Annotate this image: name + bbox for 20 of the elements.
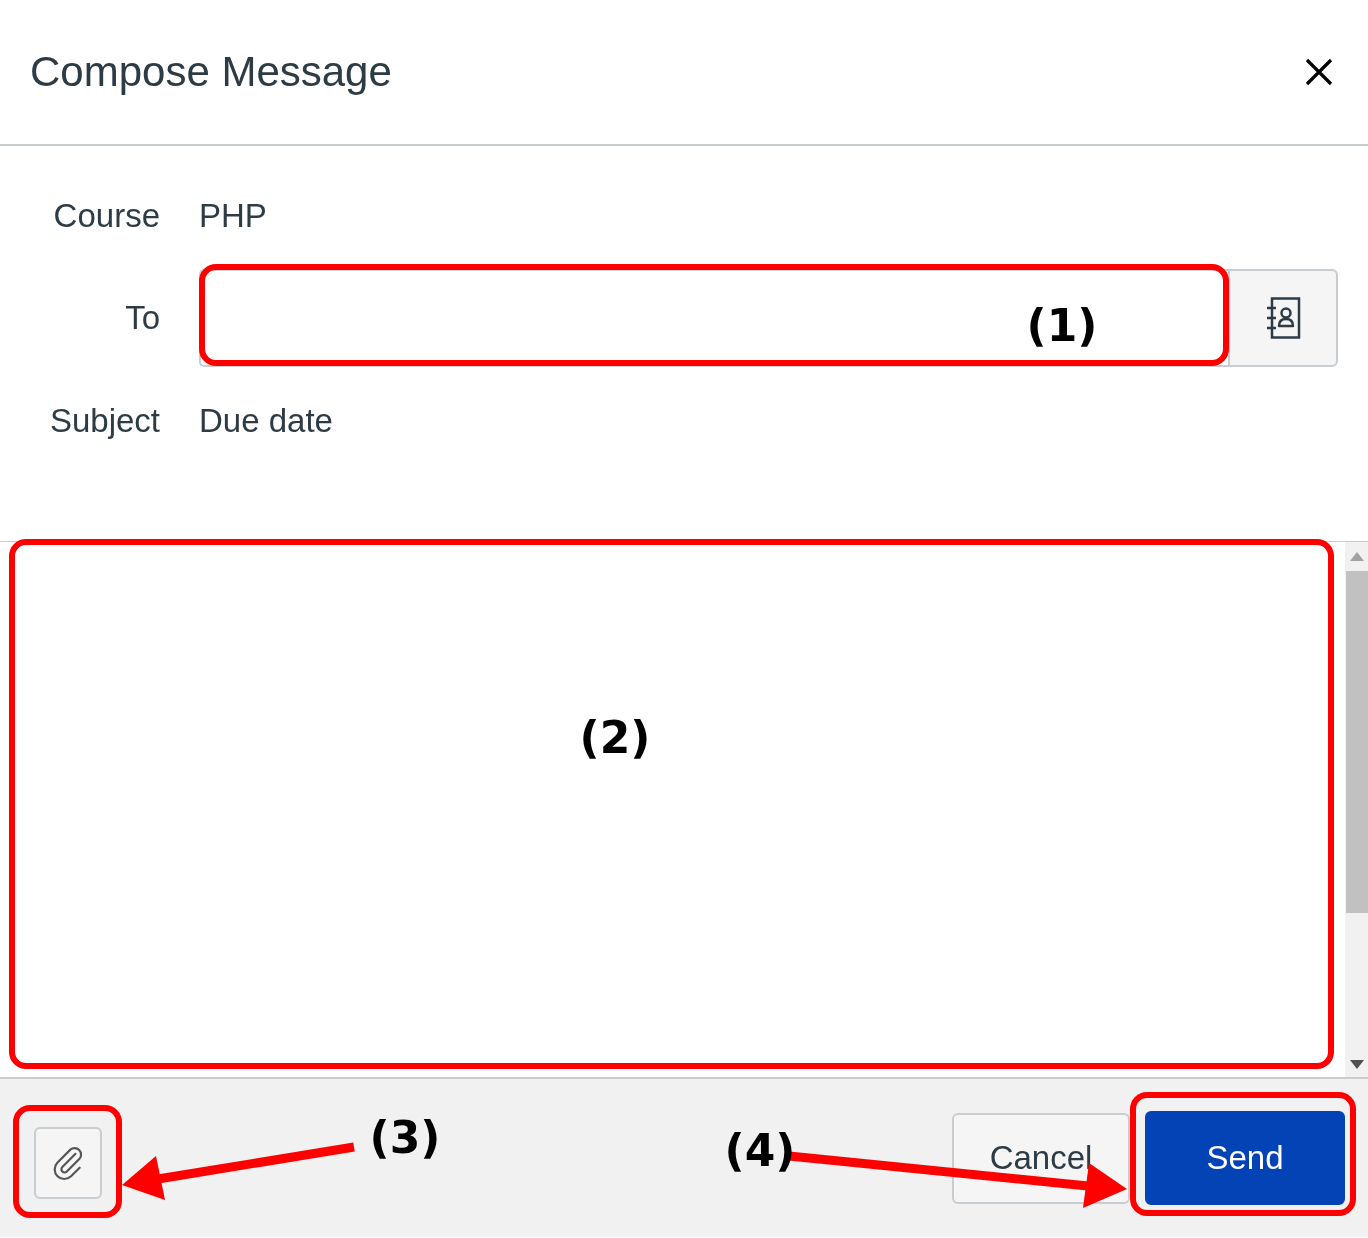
close-button[interactable] <box>1305 58 1333 86</box>
attach-button[interactable] <box>34 1127 102 1199</box>
callout-label: (2) <box>579 712 651 763</box>
scroll-down-icon[interactable] <box>1350 1060 1364 1069</box>
field-label: To <box>124 299 160 337</box>
callout-label: (4) <box>724 1125 796 1176</box>
field-value: PHP <box>199 197 267 235</box>
scrollbar-thumb[interactable] <box>1346 571 1368 913</box>
field-value: Due date <box>199 402 333 440</box>
send-button[interactable]: Send <box>1145 1111 1345 1205</box>
callout-label: (3) <box>369 1112 441 1163</box>
close-icon <box>1305 58 1333 86</box>
callout-label: (1) <box>1026 300 1098 351</box>
field-label: Subject <box>48 402 160 440</box>
scrollbar[interactable] <box>1345 542 1368 1077</box>
field-label: Course <box>52 197 160 235</box>
dialog-title: Compose Message <box>30 48 392 96</box>
scroll-up-icon[interactable] <box>1350 552 1364 561</box>
address-book-button[interactable] <box>1228 269 1338 367</box>
address-book-icon <box>1265 297 1301 339</box>
